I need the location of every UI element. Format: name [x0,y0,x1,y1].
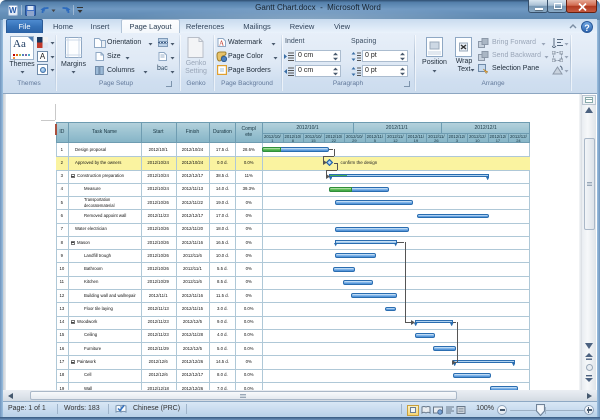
svg-text:A: A [219,40,224,48]
